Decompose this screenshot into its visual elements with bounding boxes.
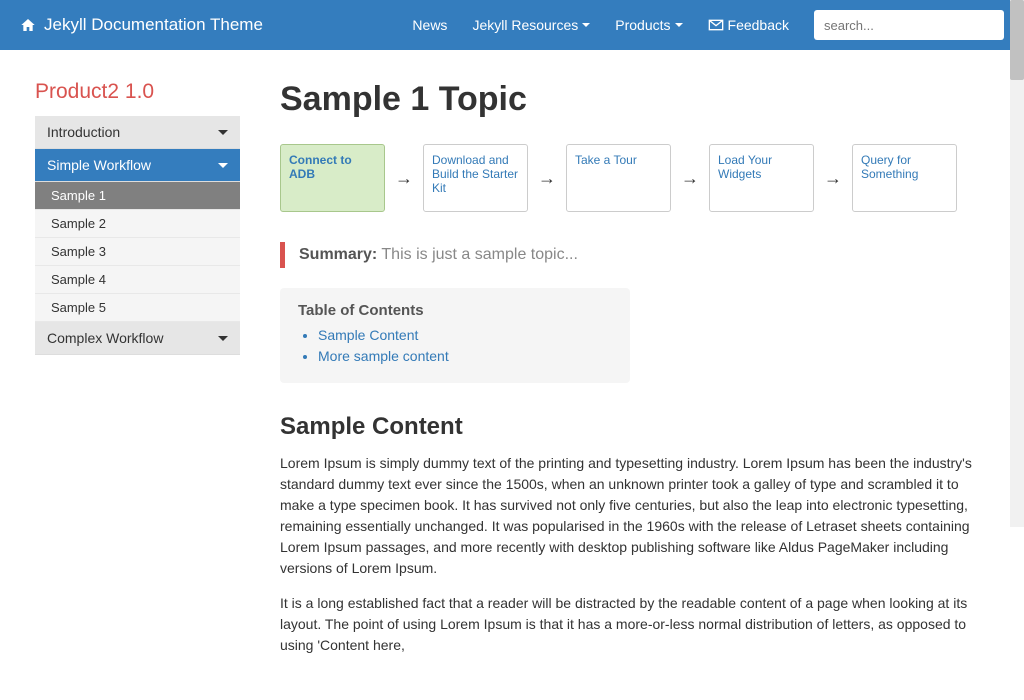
sidebar-section-simple[interactable]: Simple Workflow [35,149,240,182]
summary-block: Summary: This is just a sample topic... [280,242,989,268]
sidebar-section-intro[interactable]: Introduction [35,116,240,149]
sidebar: Product2 1.0 Introduction Simple Workflo… [35,80,240,670]
table-of-contents: Table of Contents Sample Content More sa… [280,288,630,383]
home-icon [20,17,36,33]
workflow-steps: Connect to ADB → Download and Build the … [280,144,989,212]
sidebar-item-sample2[interactable]: Sample 2 [35,210,240,238]
workflow-step-4[interactable]: Load Your Widgets [709,144,814,212]
sidebar-item-sample5[interactable]: Sample 5 [35,294,240,322]
scrollbar-thumb[interactable] [1010,0,1024,80]
nav-resources[interactable]: Jekyll Resources [472,17,590,33]
body-paragraph: Lorem Ipsum is simply dummy text of the … [280,453,989,579]
nav-news[interactable]: News [412,17,447,33]
page-title: Sample 1 Topic [280,80,989,119]
caret-down-icon [218,336,228,341]
search-input[interactable] [814,10,1004,40]
caret-down-icon [218,130,228,135]
toc-link-2[interactable]: More sample content [318,348,612,364]
arrow-right-icon: → [824,144,842,212]
body-paragraph: It is a long established fact that a rea… [280,593,989,656]
arrow-right-icon: → [681,144,699,212]
sidebar-section-complex[interactable]: Complex Workflow [35,322,240,355]
brand-text: Jekyll Documentation Theme [44,15,263,35]
section-heading: Sample Content [280,413,989,441]
workflow-step-3[interactable]: Take a Tour [566,144,671,212]
workflow-step-2[interactable]: Download and Build the Starter Kit [423,144,528,212]
toc-title: Table of Contents [298,302,612,319]
nav-products[interactable]: Products [615,17,682,33]
arrow-right-icon: → [538,144,556,212]
caret-down-icon [218,163,228,168]
sidebar-item-sample4[interactable]: Sample 4 [35,266,240,294]
caret-down-icon [582,23,590,27]
scrollbar[interactable] [1010,0,1024,527]
caret-down-icon [675,23,683,27]
brand[interactable]: Jekyll Documentation Theme [20,15,263,35]
top-navbar: Jekyll Documentation Theme News Jekyll R… [0,0,1024,50]
workflow-step-1[interactable]: Connect to ADB [280,144,385,212]
sidebar-nav: Introduction Simple Workflow Sample 1 Sa… [35,116,240,355]
workflow-step-5[interactable]: Query for Something [852,144,957,212]
sidebar-item-sample3[interactable]: Sample 3 [35,238,240,266]
summary-label: Summary: [299,246,377,263]
summary-text: This is just a sample topic... [381,246,578,263]
envelope-icon [708,17,724,33]
sidebar-item-sample1[interactable]: Sample 1 [35,182,240,210]
main-content: Sample 1 Topic Connect to ADB → Download… [280,80,989,670]
page-container: Product2 1.0 Introduction Simple Workflo… [0,50,1024,700]
arrow-right-icon: → [395,144,413,212]
nav-links: News Jekyll Resources Products Feedback [412,10,1004,40]
toc-link-1[interactable]: Sample Content [318,327,612,343]
nav-feedback[interactable]: Feedback [708,17,789,33]
sidebar-title: Product2 1.0 [35,80,240,104]
